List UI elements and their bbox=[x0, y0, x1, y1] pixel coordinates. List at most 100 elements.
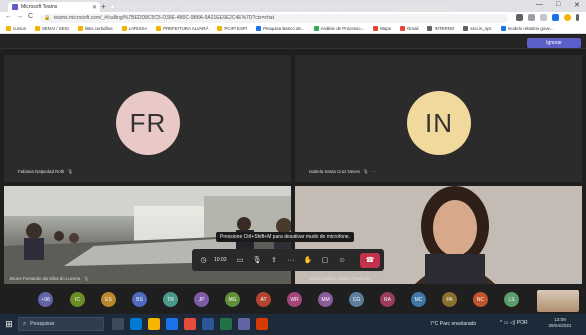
bookmark-label: INTERNO bbox=[434, 26, 455, 31]
task-view-icon[interactable] bbox=[112, 318, 124, 330]
app-icon[interactable] bbox=[184, 318, 196, 330]
bookmark-label: SENAI / SESI bbox=[41, 26, 69, 31]
word-icon[interactable] bbox=[202, 318, 214, 330]
search-icon: ⌕ bbox=[23, 320, 27, 327]
maximize-button[interactable]: □ bbox=[556, 1, 560, 8]
new-tab-button[interactable]: + bbox=[101, 2, 106, 11]
excel-icon[interactable] bbox=[220, 318, 232, 330]
taskbar-search[interactable]: ⌕ Pesquisar bbox=[18, 317, 104, 331]
bookmark-item[interactable]: cursos bbox=[6, 26, 26, 31]
bookmark-item[interactable]: LARISSA bbox=[121, 26, 148, 31]
self-video-thumbnail[interactable] bbox=[537, 290, 579, 312]
ignore-button[interactable]: Ignorar bbox=[527, 38, 581, 48]
participant-tile-1[interactable]: FR Fabiana Dalpedad Roth 🎙 bbox=[4, 55, 291, 182]
mic-muted-icon: 🎙 bbox=[363, 169, 369, 174]
close-window-button[interactable]: ✕ bbox=[574, 1, 580, 9]
address-bar[interactable]: 🔒 teams.microsoft.com/_#/calling/%7BEDD8… bbox=[40, 14, 508, 23]
bookmark-label: Gmail bbox=[407, 26, 419, 31]
bookmark-item[interactable]: Pesquisa Banco de... bbox=[256, 26, 305, 31]
participants-icon[interactable]: ☺ bbox=[335, 253, 350, 268]
more-participants-count[interactable]: +98 bbox=[38, 292, 53, 307]
chat-icon[interactable]: ▢ bbox=[318, 253, 333, 268]
bookmark-star-icon[interactable] bbox=[540, 14, 547, 21]
participant-chip[interactable]: PA bbox=[442, 292, 457, 307]
chevron-up-icon[interactable]: ^ bbox=[500, 320, 502, 326]
reload-button[interactable]: C bbox=[28, 13, 33, 20]
participant-chip[interactable]: MG bbox=[225, 292, 240, 307]
minimize-button[interactable]: — bbox=[536, 1, 543, 8]
avatar-initials: FR bbox=[129, 107, 167, 138]
volume-icon[interactable]: ◁) bbox=[510, 320, 517, 326]
bookmark-item[interactable]: INTERNO bbox=[427, 26, 454, 31]
privacy-policy-link[interactable]: Política de privacidade bbox=[398, 4, 450, 10]
forward-button[interactable]: → bbox=[16, 13, 23, 20]
participant-chip[interactable]: CG bbox=[349, 292, 364, 307]
bookmark-folder-icon bbox=[256, 26, 262, 31]
bookmark-item[interactable]: PREFEITURA ALVARÁ bbox=[156, 26, 208, 31]
teams-icon[interactable] bbox=[238, 318, 250, 330]
participant-chip[interactable]: RA bbox=[380, 292, 395, 307]
participant-chip[interactable]: MM bbox=[318, 292, 333, 307]
profile-avatar[interactable] bbox=[564, 14, 571, 21]
powerpoint-icon[interactable] bbox=[256, 318, 268, 330]
bookmark-item[interactable]: ssci.in_spc bbox=[463, 26, 492, 31]
banner-message: ▲ Gravação e transcrição Por enquanto, as … bbox=[110, 4, 450, 10]
bookmark-item[interactable]: PCIP/ ESPI bbox=[217, 26, 247, 31]
more-options-icon[interactable]: ··· bbox=[372, 169, 376, 174]
weather-widget[interactable]: 7°C Parc ensolarado bbox=[430, 321, 476, 327]
participant-tile-2[interactable]: IN Isabela Santa Cruz Neves 🎙 ··· bbox=[295, 55, 582, 182]
bookmark-item[interactable]: SENAI / SESI bbox=[34, 26, 69, 31]
browser-tab[interactable]: Microsoft Teams ✕ bbox=[8, 2, 100, 12]
taskbar-clock[interactable]: 13:09 29/04/2021 bbox=[545, 317, 575, 329]
extension-icon[interactable] bbox=[516, 14, 523, 21]
language-indicator[interactable]: POR bbox=[517, 320, 528, 326]
system-tray[interactable]: ^ ▭ ◁) POR bbox=[500, 320, 528, 326]
bookmark-item[interactable]: Análise de Processo... bbox=[313, 26, 364, 31]
participant-chip[interactable]: BS bbox=[132, 292, 147, 307]
bookmark-item[interactable]: Maps bbox=[373, 26, 391, 31]
leave-call-button[interactable]: ☎ bbox=[360, 252, 380, 268]
chrome-icon[interactable] bbox=[166, 318, 178, 330]
tab-close-icon[interactable]: ✕ bbox=[92, 4, 97, 11]
teams-favicon-icon bbox=[12, 4, 18, 10]
bookmark-folder-icon bbox=[121, 26, 127, 31]
participant-name: Beatriz Bellini Silveira Paolinello 🎙 bbox=[309, 276, 381, 281]
file-explorer-icon[interactable] bbox=[148, 318, 160, 330]
participant-chip[interactable]: LS bbox=[504, 292, 519, 307]
url-text: teams.microsoft.com/_#/calling/%7BEDD8C5… bbox=[54, 15, 274, 21]
participant-chip[interactable]: IC bbox=[70, 292, 85, 307]
more-icon[interactable]: ··· bbox=[284, 253, 299, 268]
bookmark-item[interactable]: links certidões bbox=[77, 26, 113, 31]
lock-icon: 🔒 bbox=[44, 15, 51, 21]
meeting-toolbar: ◷ 10:03 ▭ 🎙 ⇪ ··· ✋ ▢ ☺ ☎ bbox=[192, 249, 384, 271]
participant-chip[interactable]: NC bbox=[473, 292, 488, 307]
mic-icon[interactable]: 🎙 bbox=[250, 253, 265, 268]
share-page-icon[interactable] bbox=[528, 14, 535, 21]
mic-icon: 🎙 bbox=[374, 276, 381, 281]
menu-dots-icon[interactable] bbox=[576, 14, 579, 21]
banner-heading: Gravação e transcrição bbox=[118, 4, 176, 10]
participant-chip[interactable]: AT bbox=[256, 292, 271, 307]
participant-chip[interactable]: ES bbox=[101, 292, 116, 307]
bookmarks-bar: cursos SENAI / SESI links certidões LARISSA… bbox=[0, 24, 586, 34]
back-button[interactable]: ← bbox=[5, 13, 12, 20]
bookmark-label: cursos bbox=[13, 26, 26, 31]
banner-body: Por enquanto, as transcrições da reunião… bbox=[178, 4, 397, 10]
participant-chip[interactable]: TR bbox=[163, 292, 178, 307]
bookmark-label: LARISSA bbox=[128, 26, 148, 31]
bookmark-item[interactable]: Gmail bbox=[400, 26, 418, 31]
bookmark-label: ssci.in_spc bbox=[470, 26, 492, 31]
participant-chip[interactable]: JP bbox=[194, 292, 209, 307]
camera-icon[interactable]: ▭ bbox=[233, 253, 248, 268]
meeting-timer: 10:03 bbox=[214, 257, 227, 263]
bookmark-item[interactable]: modelo relatório gove... bbox=[500, 26, 554, 31]
bookmark-folder-icon bbox=[34, 26, 40, 31]
edge-icon[interactable] bbox=[130, 318, 142, 330]
tab-title: Microsoft Teams bbox=[21, 4, 58, 10]
participant-chip[interactable]: MC bbox=[411, 292, 426, 307]
extensions-puzzle-icon[interactable] bbox=[552, 14, 559, 21]
share-icon[interactable]: ⇪ bbox=[267, 253, 282, 268]
start-button[interactable]: ⊞ bbox=[3, 318, 15, 330]
participant-chip[interactable]: WR bbox=[287, 292, 302, 307]
hand-icon[interactable]: ✋ bbox=[301, 253, 316, 268]
